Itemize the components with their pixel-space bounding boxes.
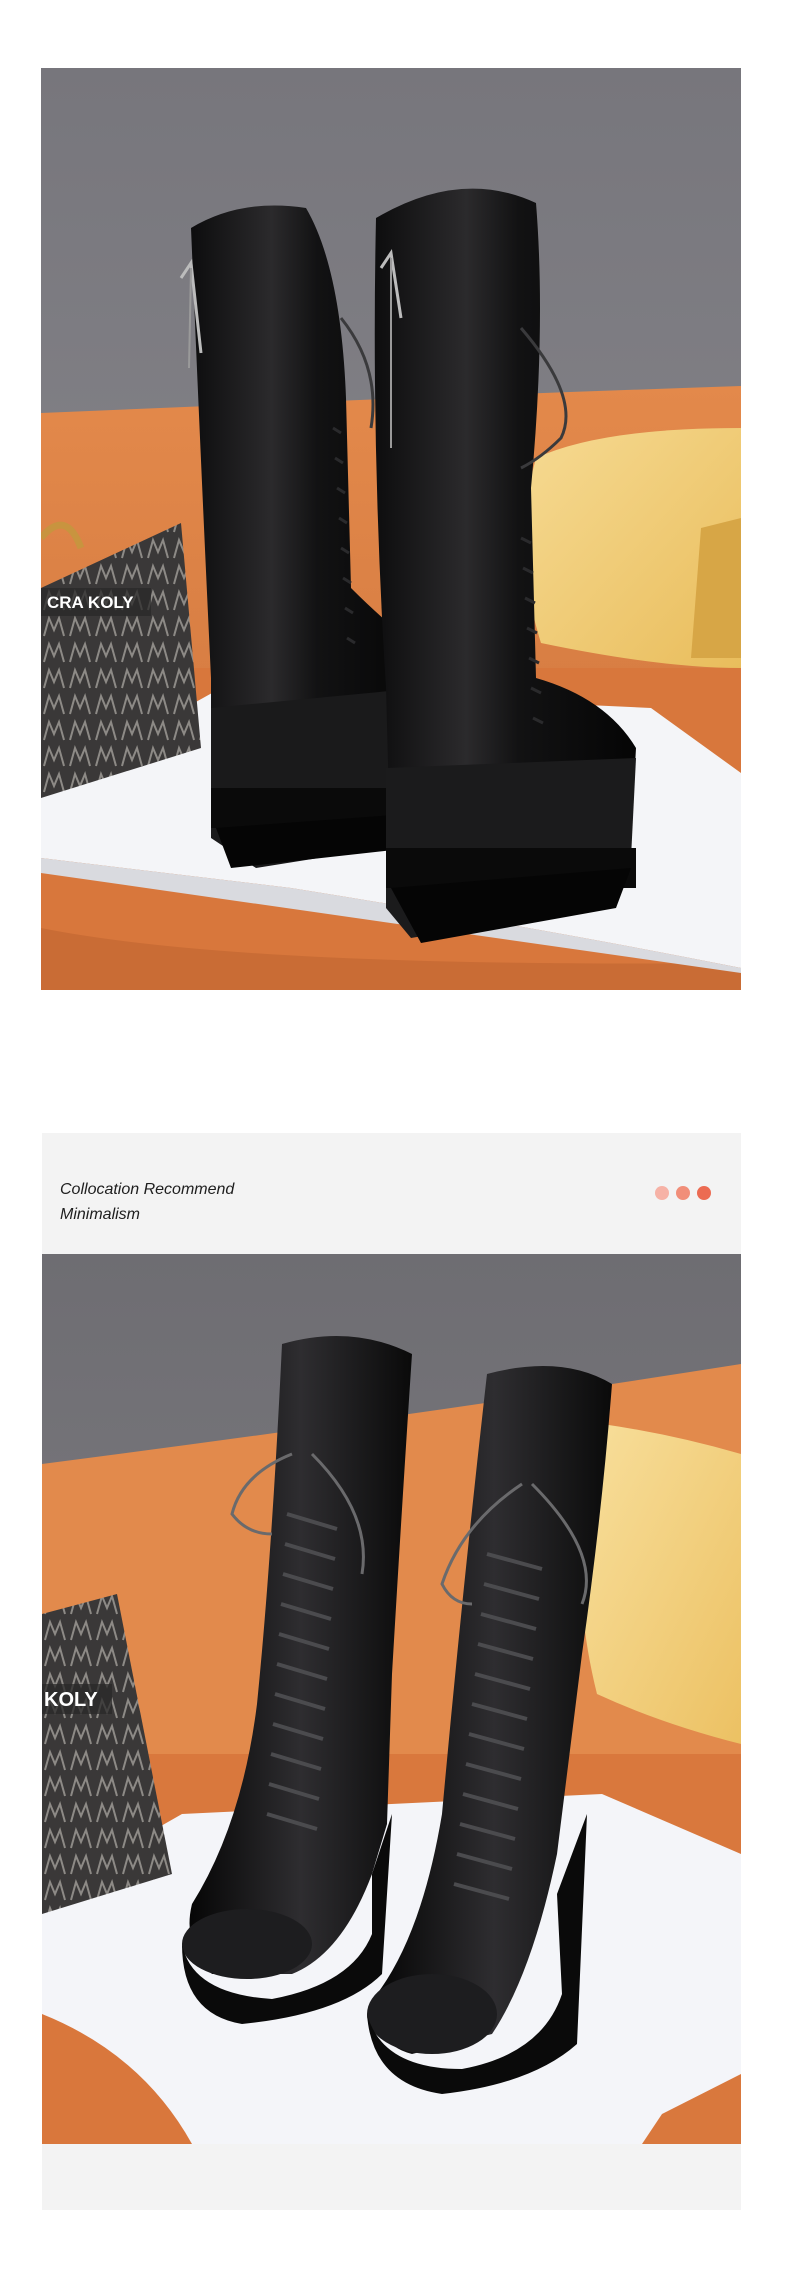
decorative-dots bbox=[655, 1186, 711, 1200]
product-photo-front-view: KOLY bbox=[42, 1254, 741, 2144]
boots-front-view-illustration: KOLY bbox=[42, 1254, 741, 2144]
bag-brand-text-bottom: KOLY bbox=[44, 1689, 98, 1711]
boots-rear-view-illustration: CRA KOLY bbox=[41, 68, 741, 990]
dot-medium bbox=[676, 1186, 690, 1200]
dot-dark bbox=[697, 1186, 711, 1200]
product-photo-rear-view: CRA KOLY bbox=[41, 68, 741, 990]
footer-band bbox=[42, 2144, 741, 2210]
section-title-line-1: Collocation Recommend bbox=[60, 1181, 235, 1198]
section-title-line-2: Minimalism bbox=[60, 1206, 140, 1223]
section-title: Collocation Recommend Minimalism bbox=[60, 1177, 234, 1227]
dot-light bbox=[655, 1186, 669, 1200]
bag-brand-text-top: CRA KOLY bbox=[47, 593, 134, 612]
section-header: Collocation Recommend Minimalism bbox=[42, 1133, 741, 1254]
